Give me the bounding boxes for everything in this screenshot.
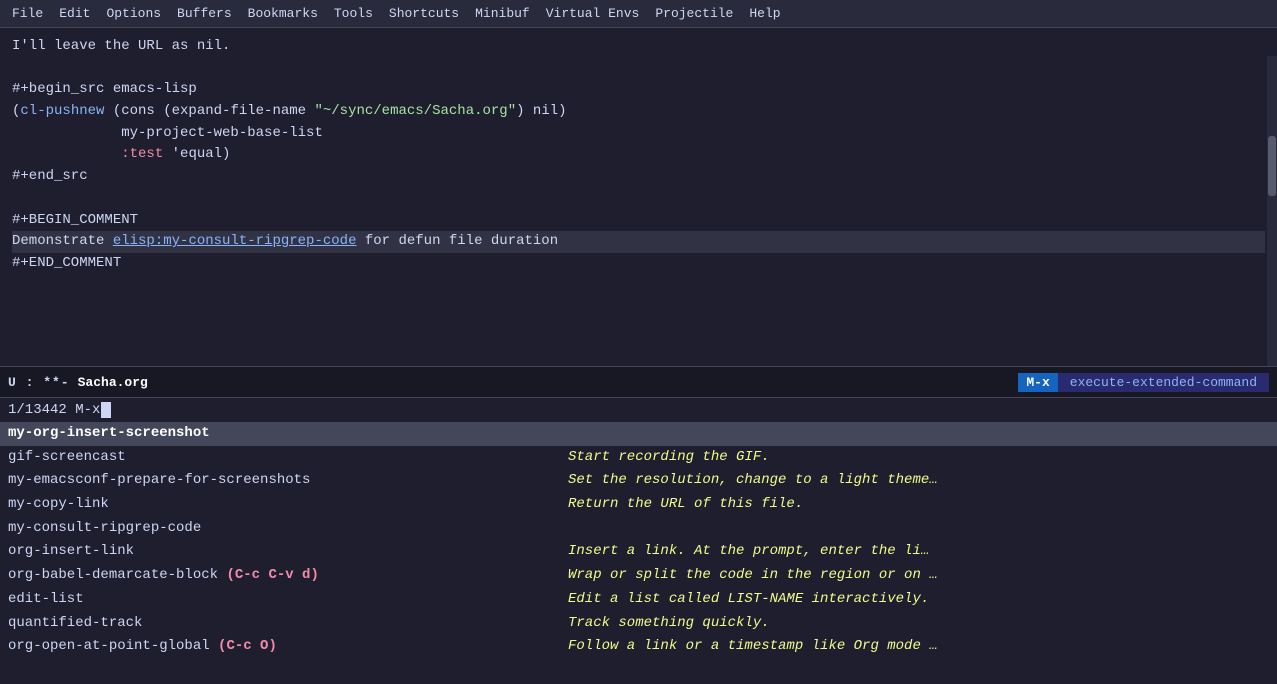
completion-item-3[interactable]: my-emacsconf-prepare-for-screenshots Set… bbox=[0, 469, 1277, 493]
editor-line-6: :test 'equal) bbox=[12, 144, 1265, 166]
modeline: U : **- Sacha.org M-x execute-extended-c… bbox=[0, 366, 1277, 398]
completion-item-2[interactable]: gif-screencast Start recording the GIF. bbox=[0, 446, 1277, 470]
editor-line-10: Demonstrate elisp:my-consult-ripgrep-cod… bbox=[12, 231, 1265, 253]
completion-name-7: org-babel-demarcate-block (C-c C-v d) bbox=[8, 565, 568, 587]
menu-file[interactable]: File bbox=[4, 4, 51, 23]
completion-item-1[interactable]: my-org-insert-screenshot bbox=[0, 422, 1277, 446]
completion-name-2: gif-screencast bbox=[8, 447, 568, 469]
minibuf-prompt: 1/13442 M-x bbox=[8, 402, 100, 418]
editor-line-5: my-project-web-base-list bbox=[12, 123, 1265, 145]
menu-shortcuts[interactable]: Shortcuts bbox=[381, 4, 467, 23]
completion-name-5: my-consult-ripgrep-code bbox=[8, 518, 568, 540]
scrollbar-thumb[interactable] bbox=[1268, 136, 1276, 196]
menu-help[interactable]: Help bbox=[741, 4, 788, 23]
completion-desc-3: Set the resolution, change to a light th… bbox=[568, 470, 938, 492]
completion-name-10: org-open-at-point-global (C-c O) bbox=[8, 636, 568, 658]
completion-name-4: my-copy-link bbox=[8, 494, 568, 516]
menu-buffers[interactable]: Buffers bbox=[169, 4, 240, 23]
completion-desc-8: Edit a list called LIST-NAME interactive… bbox=[568, 589, 929, 611]
cursor bbox=[101, 402, 111, 418]
completion-desc-10: Follow a link or a timestamp like Org mo… bbox=[568, 636, 938, 658]
completion-list[interactable]: my-org-insert-screenshot gif-screencast … bbox=[0, 422, 1277, 659]
scrollbar[interactable] bbox=[1267, 56, 1277, 366]
completion-desc-7: Wrap or split the code in the region or … bbox=[568, 565, 938, 587]
editor-line-8 bbox=[12, 188, 1265, 210]
editor-area: I'll leave the URL as nil. #+begin_src e… bbox=[0, 28, 1277, 366]
editor-line-7: #+end_src bbox=[12, 166, 1265, 188]
mx-command: execute-extended-command bbox=[1058, 373, 1269, 392]
menu-tools[interactable]: Tools bbox=[326, 4, 381, 23]
modeline-mx-area: M-x execute-extended-command bbox=[1018, 373, 1269, 392]
modeline-filename: Sacha.org bbox=[78, 375, 148, 390]
editor-line-4: (cl-pushnew (cons (expand-file-name "~/s… bbox=[12, 101, 1265, 123]
editor-line-3: #+begin_src emacs-lisp bbox=[12, 79, 1265, 101]
completion-item-4[interactable]: my-copy-link Return the URL of this file… bbox=[0, 493, 1277, 517]
completion-desc-6: Insert a link. At the prompt, enter the … bbox=[568, 541, 929, 563]
menu-bookmarks[interactable]: Bookmarks bbox=[240, 4, 326, 23]
completion-desc-4: Return the URL of this file. bbox=[568, 494, 803, 516]
modeline-flags: U : **- bbox=[8, 375, 70, 390]
completion-item-6[interactable]: org-insert-link Insert a link. At the pr… bbox=[0, 540, 1277, 564]
menu-projectile[interactable]: Projectile bbox=[647, 4, 741, 23]
completion-name-6: org-insert-link bbox=[8, 541, 568, 563]
minibuffer[interactable]: 1/13442 M-x bbox=[0, 398, 1277, 422]
editor-line-2 bbox=[12, 58, 1265, 80]
completion-desc-2: Start recording the GIF. bbox=[568, 447, 770, 469]
completion-item-7[interactable]: org-babel-demarcate-block (C-c C-v d) Wr… bbox=[0, 564, 1277, 588]
completion-item-9[interactable]: quantified-track Track something quickly… bbox=[0, 612, 1277, 636]
editor-line-1: I'll leave the URL as nil. bbox=[12, 36, 1265, 58]
completion-name-8: edit-list bbox=[8, 589, 568, 611]
completion-desc-9: Track something quickly. bbox=[568, 613, 770, 635]
completion-name-3: my-emacsconf-prepare-for-screenshots bbox=[8, 470, 568, 492]
menu-minibuf[interactable]: Minibuf bbox=[467, 4, 538, 23]
minibuf-prompt-line: 1/13442 M-x bbox=[8, 402, 1269, 418]
completion-name-1: my-org-insert-screenshot bbox=[8, 423, 568, 445]
completion-item-8[interactable]: edit-list Edit a list called LIST-NAME i… bbox=[0, 588, 1277, 612]
editor-line-9: #+BEGIN_COMMENT bbox=[12, 210, 1265, 232]
menubar: File Edit Options Buffers Bookmarks Tool… bbox=[0, 0, 1277, 28]
completion-item-5[interactable]: my-consult-ripgrep-code bbox=[0, 517, 1277, 541]
completion-item-10[interactable]: org-open-at-point-global (C-c O) Follow … bbox=[0, 635, 1277, 659]
completion-name-9: quantified-track bbox=[8, 613, 568, 635]
mx-label: M-x bbox=[1018, 373, 1057, 392]
menu-edit[interactable]: Edit bbox=[51, 4, 98, 23]
editor-line-11: #+END_COMMENT bbox=[12, 253, 1265, 275]
menu-options[interactable]: Options bbox=[98, 4, 169, 23]
menu-virtualenvs[interactable]: Virtual Envs bbox=[538, 4, 648, 23]
